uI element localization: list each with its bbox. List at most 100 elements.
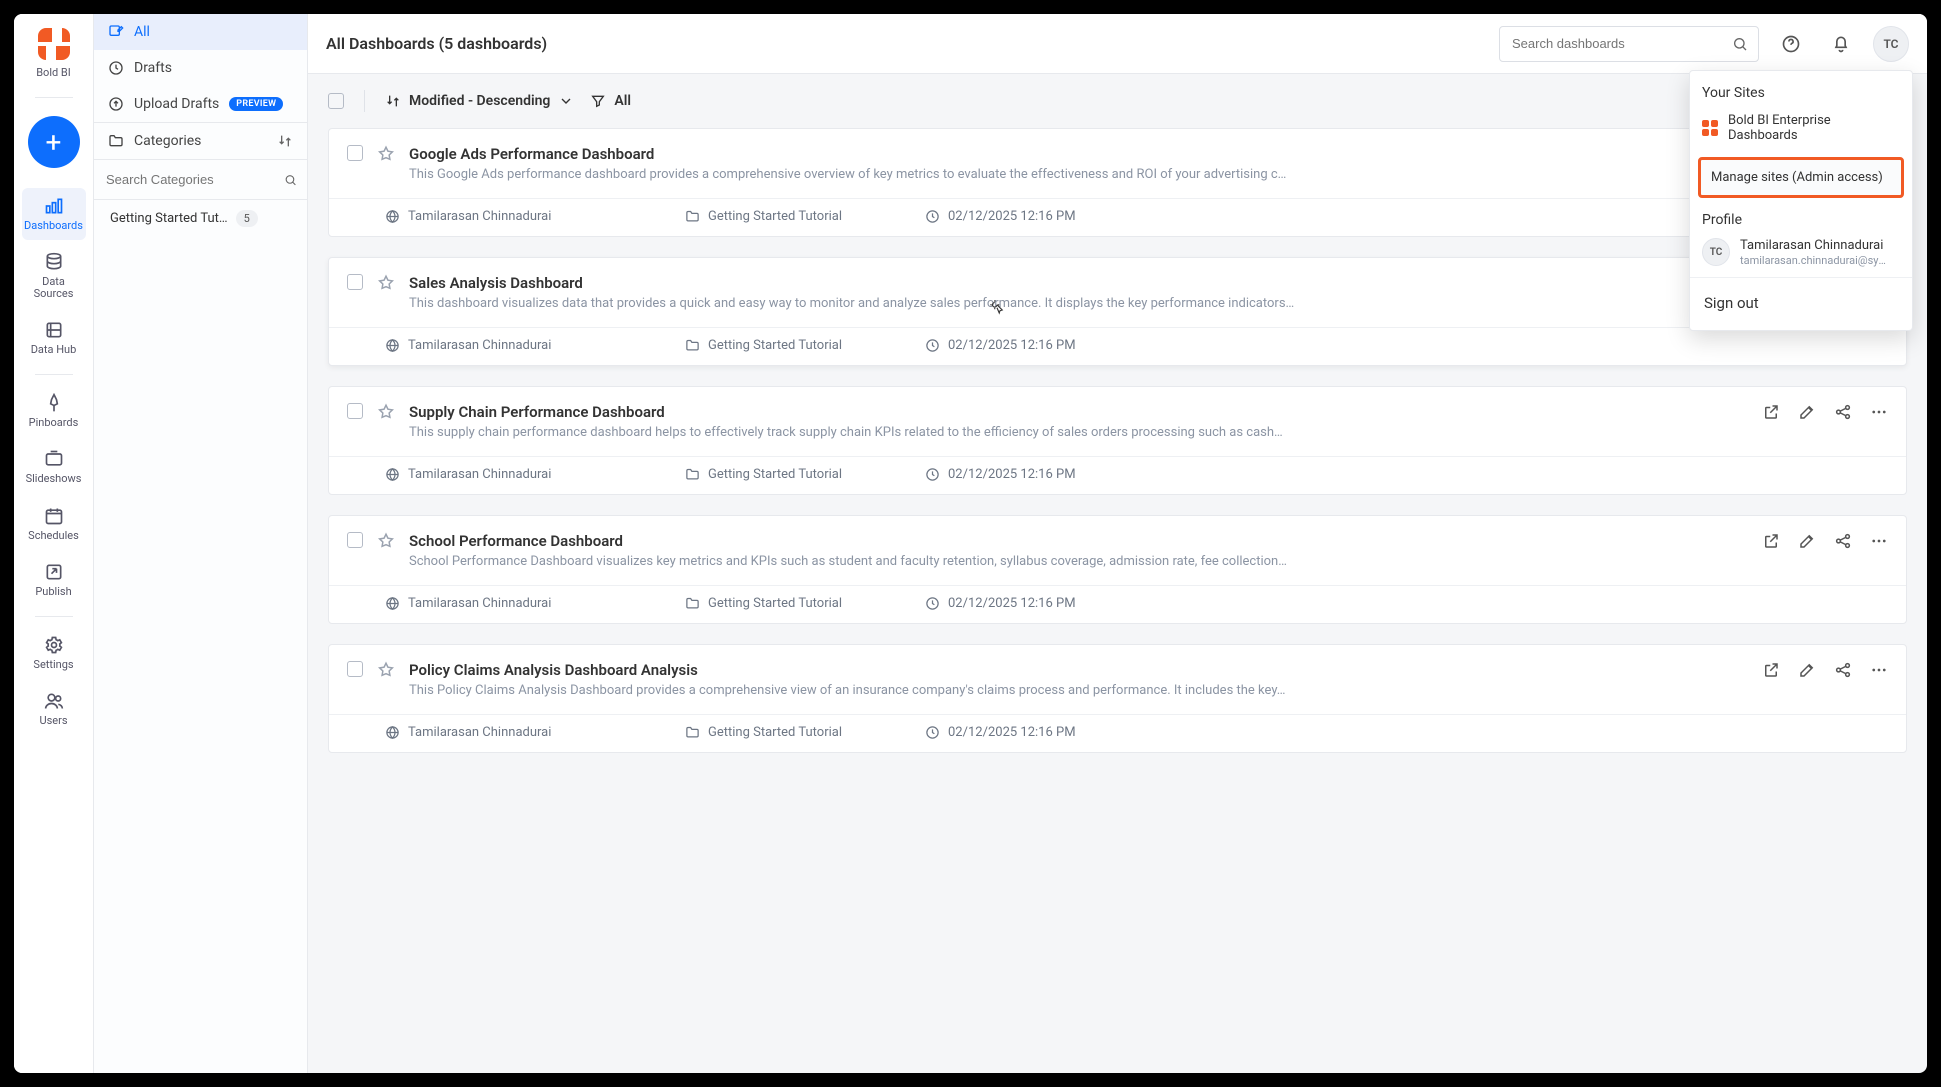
category-count: 5 — [236, 210, 258, 227]
modified-field: 02/12/2025 12:16 PM — [925, 338, 1125, 353]
folder-icon — [685, 467, 700, 482]
notifications-button[interactable] — [1823, 26, 1859, 62]
dashboard-card[interactable]: School Performance Dashboard School Perf… — [328, 515, 1907, 624]
filter-button[interactable]: All — [590, 93, 631, 109]
dashboard-description: School Performance Dashboard visualizes … — [409, 554, 1748, 569]
edit-icon[interactable] — [1798, 661, 1816, 679]
card-actions — [1762, 403, 1888, 421]
chevron-down-icon — [558, 93, 574, 109]
dashboard-title: Supply Chain Performance Dashboard — [409, 403, 1748, 421]
globe-icon — [385, 209, 400, 224]
favorite-star-icon[interactable] — [377, 403, 395, 421]
page-title: All Dashboards (5 dashboards) — [326, 34, 547, 53]
dashboard-list: Google Ads Performance Dashboard This Go… — [308, 128, 1927, 783]
share-icon[interactable] — [1834, 403, 1852, 421]
nav-all[interactable]: All — [94, 14, 307, 50]
category-item[interactable]: Getting Started Tut… 5 — [94, 200, 307, 237]
row-checkbox[interactable] — [347, 274, 363, 290]
help-icon — [1781, 34, 1801, 54]
rail-item-datahub[interactable]: Data Hub — [22, 312, 86, 364]
sign-out-button[interactable]: Sign out — [1690, 282, 1912, 324]
favorite-star-icon[interactable] — [377, 532, 395, 550]
row-checkbox[interactable] — [347, 403, 363, 419]
folder-field: Getting Started Tutorial — [685, 338, 885, 353]
dashboard-card[interactable]: Google Ads Performance Dashboard This Go… — [328, 128, 1907, 237]
open-new-tab-icon[interactable] — [1762, 532, 1780, 550]
open-new-tab-icon[interactable] — [1762, 661, 1780, 679]
profile-label: Profile — [1690, 204, 1912, 232]
topbar: All Dashboards (5 dashboards) TC — [308, 14, 1927, 74]
modified-time: 02/12/2025 12:16 PM — [948, 725, 1076, 740]
rail-item-publish[interactable]: Publish — [22, 554, 86, 606]
nav-categories[interactable]: Categories — [94, 122, 307, 160]
edit-icon[interactable] — [1798, 403, 1816, 421]
modified-field: 02/12/2025 12:16 PM — [925, 596, 1125, 611]
datasources-icon — [44, 252, 64, 272]
profile-row[interactable]: TC Tamilarasan Chinnadurai tamilarasan.c… — [1690, 232, 1912, 273]
left-rail: Bold BI + Dashboards Data Sources Data H… — [14, 14, 94, 1073]
dashboard-card[interactable]: Policy Claims Analysis Dashboard Analysi… — [328, 644, 1907, 753]
sort-toggle-icon[interactable] — [277, 133, 293, 149]
profile-avatar[interactable]: TC — [1873, 26, 1909, 62]
slideshows-icon — [44, 449, 64, 469]
rail-label: Dashboards — [24, 220, 83, 232]
modified-time: 02/12/2025 12:16 PM — [948, 209, 1076, 224]
brand-logo — [38, 28, 70, 60]
manage-sites-button[interactable]: Manage sites (Admin access) — [1698, 157, 1904, 198]
profile-avatar-icon: TC — [1702, 238, 1730, 266]
globe-icon — [385, 725, 400, 740]
upload-icon — [108, 96, 124, 112]
divider — [35, 97, 73, 98]
dashboard-card[interactable]: Supply Chain Performance Dashboard This … — [328, 386, 1907, 495]
rail-label: Publish — [35, 586, 71, 598]
nav-panel: All Drafts Upload Drafts PREVIEW Categor… — [94, 14, 308, 1073]
more-icon[interactable] — [1870, 532, 1888, 550]
rail-item-users[interactable]: Users — [22, 683, 86, 735]
sort-button[interactable]: Modified - Descending — [385, 93, 574, 109]
rail-item-slideshows[interactable]: Slideshows — [22, 441, 86, 493]
folder-name: Getting Started Tutorial — [708, 467, 842, 482]
search-icon[interactable] — [1732, 36, 1748, 52]
rail-item-schedules[interactable]: Schedules — [22, 498, 86, 550]
dashboard-title: Sales Analysis Dashboard — [409, 274, 1748, 292]
rail-item-datasources[interactable]: Data Sources — [22, 244, 86, 308]
site-row[interactable]: Bold BI Enterprise Dashboards — [1690, 105, 1912, 151]
rail-label: Users — [39, 715, 67, 727]
row-checkbox[interactable] — [347, 532, 363, 548]
dashboard-description: This dashboard visualizes data that prov… — [409, 296, 1748, 311]
help-button[interactable] — [1773, 26, 1809, 62]
clock-icon — [925, 596, 940, 611]
search-dashboards-input[interactable] — [1510, 35, 1732, 52]
dashboard-card[interactable]: Sales Analysis Dashboard This dashboard … — [328, 257, 1907, 366]
filter-label: All — [614, 93, 631, 109]
bell-icon — [1831, 34, 1851, 54]
nav-drafts[interactable]: Drafts — [94, 50, 307, 86]
profile-email: tamilarasan.chinnadurai@syncfusion… — [1740, 254, 1890, 267]
share-icon[interactable] — [1834, 661, 1852, 679]
rail-item-pinboards[interactable]: Pinboards — [22, 385, 86, 437]
nav-upload-drafts[interactable]: Upload Drafts PREVIEW — [94, 86, 307, 122]
rail-item-dashboards[interactable]: Dashboards — [22, 188, 86, 240]
more-icon[interactable] — [1870, 403, 1888, 421]
folder-icon — [108, 133, 124, 149]
divider — [35, 616, 73, 617]
schedules-icon — [44, 506, 64, 526]
more-icon[interactable] — [1870, 661, 1888, 679]
folder-icon — [685, 725, 700, 740]
search-categories-input[interactable] — [104, 166, 284, 193]
dashboard-description: This Google Ads performance dashboard pr… — [409, 167, 1748, 182]
favorite-star-icon[interactable] — [377, 661, 395, 679]
rail-item-settings[interactable]: Settings — [22, 627, 86, 679]
modified-field: 02/12/2025 12:16 PM — [925, 467, 1125, 482]
open-new-tab-icon[interactable] — [1762, 403, 1780, 421]
search-icon[interactable] — [284, 172, 297, 188]
edit-icon[interactable] — [1798, 532, 1816, 550]
row-checkbox[interactable] — [347, 145, 363, 161]
favorite-star-icon[interactable] — [377, 145, 395, 163]
share-icon[interactable] — [1834, 532, 1852, 550]
select-all-checkbox[interactable] — [328, 93, 344, 109]
row-checkbox[interactable] — [347, 661, 363, 677]
rail-label: Slideshows — [26, 473, 82, 485]
favorite-star-icon[interactable] — [377, 274, 395, 292]
create-button[interactable]: + — [28, 116, 80, 168]
